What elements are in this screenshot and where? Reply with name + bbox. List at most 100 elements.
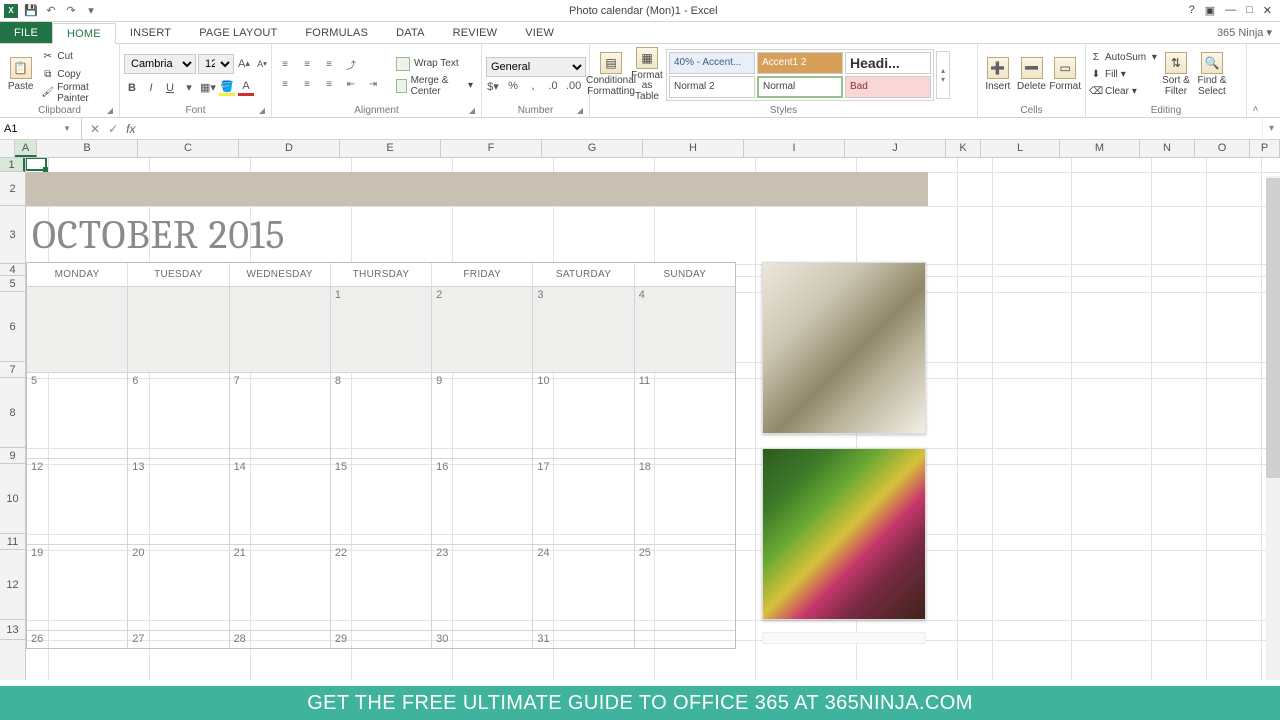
calendar-date-cell[interactable]	[127, 286, 228, 372]
vertical-scrollbar[interactable]	[1266, 176, 1280, 680]
cell-styles-gallery[interactable]: 40% - Accent... Accent1 2 Headi... Norma…	[666, 49, 934, 101]
row-header[interactable]: 3	[0, 206, 25, 264]
row-header[interactable]: 1	[0, 158, 25, 172]
align-middle-icon[interactable]: ≡	[298, 57, 316, 73]
calendar-date-cell[interactable]	[634, 630, 735, 648]
column-header[interactable]: G	[542, 140, 643, 157]
column-header[interactable]: J	[845, 140, 946, 157]
alignment-dialog-icon[interactable]: ◢	[469, 106, 475, 115]
align-left-icon[interactable]: ≡	[276, 77, 294, 93]
calendar-date-cell[interactable]: 30	[431, 630, 532, 648]
expand-formula-bar-icon[interactable]: ▾	[1262, 118, 1280, 139]
column-header[interactable]: N	[1140, 140, 1195, 157]
calendar-date-cell[interactable]: 12	[27, 458, 127, 544]
font-dialog-icon[interactable]: ◢	[259, 106, 265, 115]
formula-input[interactable]	[143, 118, 1262, 139]
redo-icon[interactable]: ↷	[64, 4, 78, 18]
calendar-date-cell[interactable]: 17	[532, 458, 633, 544]
name-box[interactable]: ▼	[0, 118, 82, 139]
column-header[interactable]: O	[1195, 140, 1250, 157]
style-bad[interactable]: Bad	[845, 76, 931, 98]
maximize-icon[interactable]: □	[1246, 4, 1253, 17]
underline-button[interactable]: U	[162, 80, 178, 96]
cell-grid[interactable]: OCTOBER 2015 MONDAYTUESDAYWEDNESDAYTHURS…	[26, 158, 1280, 680]
shrink-font-icon[interactable]: A▾	[254, 56, 270, 72]
column-headers[interactable]: ABCDEFGHIJKLMNOP	[15, 140, 1280, 158]
calendar-date-cell[interactable]: 3	[532, 286, 633, 372]
column-header[interactable]: A	[15, 140, 37, 157]
number-dialog-icon[interactable]: ◢	[577, 106, 583, 115]
collapse-ribbon-icon[interactable]: ˄	[1246, 44, 1264, 117]
column-header[interactable]: L	[981, 140, 1060, 157]
format-painter-button[interactable]: 🖌Format Painter	[39, 84, 115, 101]
column-header[interactable]: P	[1250, 140, 1280, 157]
increase-decimal-icon[interactable]: .0	[546, 80, 560, 93]
accounting-format-icon[interactable]: $▾	[486, 80, 500, 93]
wrap-text-button[interactable]: Wrap Text	[392, 54, 477, 74]
tab-file[interactable]: FILE	[0, 22, 52, 43]
row-header[interactable]: 6	[0, 292, 25, 362]
merge-center-button[interactable]: Merge & Center ▾	[392, 76, 477, 96]
calendar-date-cell[interactable]: 20	[127, 544, 228, 630]
font-color-icon[interactable]: A	[238, 80, 254, 96]
percent-format-icon[interactable]: %	[506, 80, 520, 93]
row-header[interactable]: 13	[0, 620, 25, 640]
undo-icon[interactable]: ↶	[44, 4, 58, 18]
align-right-icon[interactable]: ≡	[320, 77, 338, 93]
row-header[interactable]: 5	[0, 276, 25, 292]
calendar-date-cell[interactable]: 5	[27, 372, 127, 458]
column-header[interactable]: D	[239, 140, 340, 157]
column-header[interactable]: E	[340, 140, 441, 157]
tab-formulas[interactable]: FORMULAS	[291, 22, 382, 43]
calendar-date-cell[interactable]: 7	[229, 372, 330, 458]
ribbon-display-icon[interactable]: ▣	[1205, 4, 1215, 17]
tab-data[interactable]: DATA	[382, 22, 439, 43]
column-header[interactable]: I	[744, 140, 845, 157]
format-cells-button[interactable]: ▭Format	[1049, 47, 1081, 103]
delete-cells-button[interactable]: ➖Delete	[1016, 47, 1048, 103]
calendar-date-cell[interactable]: 27	[127, 630, 228, 648]
column-header[interactable]: M	[1060, 140, 1140, 157]
style-heading[interactable]: Headi...	[845, 52, 931, 74]
calendar-date-cell[interactable]: 22	[330, 544, 431, 630]
bold-button[interactable]: B	[124, 80, 140, 96]
select-all-corner[interactable]	[0, 140, 15, 158]
tab-review[interactable]: REVIEW	[439, 22, 512, 43]
clipboard-dialog-icon[interactable]: ◢	[107, 106, 113, 115]
column-header[interactable]: B	[37, 140, 138, 157]
name-box-input[interactable]	[0, 123, 60, 135]
row-header[interactable]: 10	[0, 464, 25, 534]
decrease-indent-icon[interactable]: ⇤	[342, 77, 360, 93]
calendar-date-cell[interactable]: 9	[431, 372, 532, 458]
decrease-decimal-icon[interactable]: .00	[566, 80, 581, 93]
font-name-select[interactable]: Cambria	[124, 54, 196, 74]
calendar-date-cell[interactable]: 1	[330, 286, 431, 372]
find-select-button[interactable]: 🔍Find & Select	[1195, 47, 1229, 103]
font-size-select[interactable]: 12	[198, 54, 234, 74]
calendar-date-cell[interactable]: 14	[229, 458, 330, 544]
comma-format-icon[interactable]: ,	[526, 80, 540, 93]
column-header[interactable]: H	[643, 140, 744, 157]
column-header[interactable]: K	[946, 140, 981, 157]
qat-customize-icon[interactable]: ▾	[84, 4, 98, 18]
row-headers[interactable]: 12345678910111213	[0, 158, 26, 680]
minimize-icon[interactable]: —	[1225, 4, 1236, 17]
photo-placeholder-1[interactable]	[762, 262, 926, 434]
calendar-date-cell[interactable]: 28	[229, 630, 330, 648]
autosum-button[interactable]: ΣAutoSum ▾	[1090, 49, 1157, 66]
calendar-date-cell[interactable]: 8	[330, 372, 431, 458]
calendar-date-cell[interactable]: 6	[127, 372, 228, 458]
cut-button[interactable]: ✂Cut	[39, 48, 115, 65]
calendar-date-cell[interactable]: 21	[229, 544, 330, 630]
close-icon[interactable]: ✕	[1263, 4, 1272, 17]
grow-font-icon[interactable]: A▴	[236, 56, 252, 72]
calendar-date-cell[interactable]: 13	[127, 458, 228, 544]
tab-insert[interactable]: INSERT	[116, 22, 185, 43]
style-accent1-2[interactable]: Accent1 2	[757, 52, 843, 74]
style-normal-2[interactable]: Normal 2	[669, 76, 755, 98]
style-40-accent[interactable]: 40% - Accent...	[669, 52, 755, 74]
fx-icon[interactable]: fx	[126, 122, 135, 136]
calendar-date-cell[interactable]: 29	[330, 630, 431, 648]
column-header[interactable]: F	[441, 140, 542, 157]
tab-page-layout[interactable]: PAGE LAYOUT	[185, 22, 291, 43]
